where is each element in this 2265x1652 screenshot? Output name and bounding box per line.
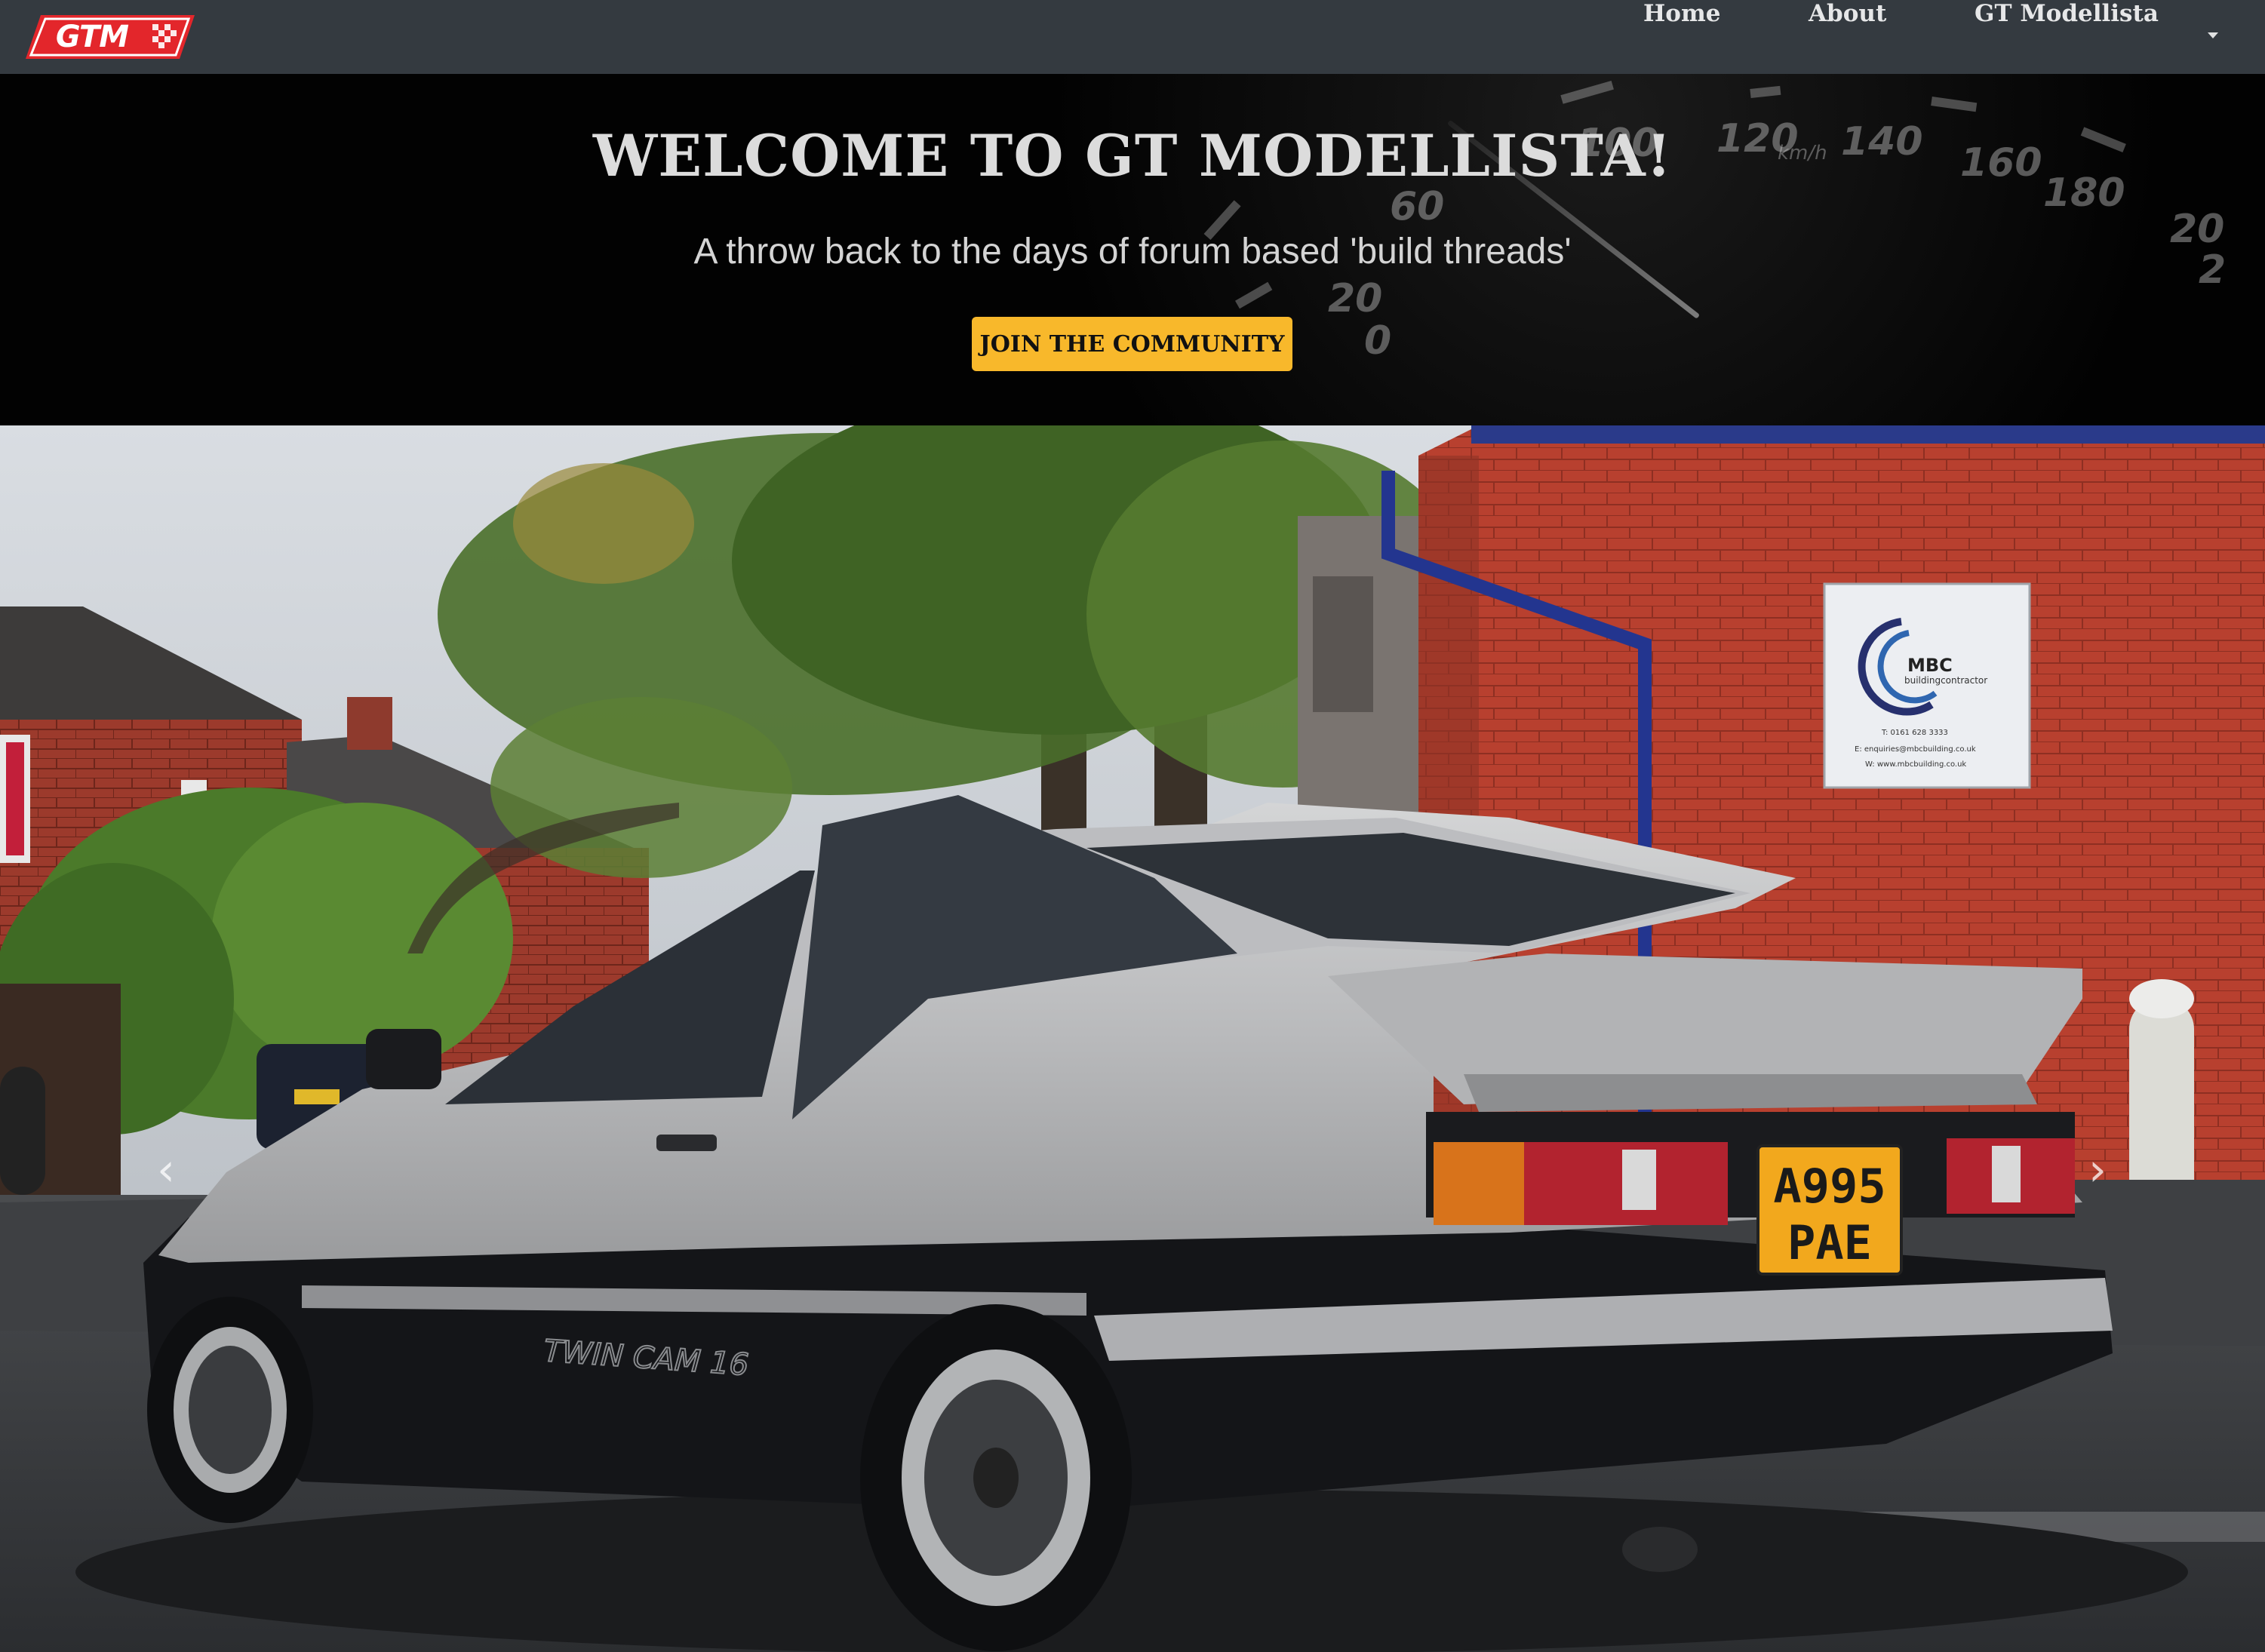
license-plate-line1: A995 [1773, 1159, 1885, 1214]
sign-subtitle: buildingcontractor [1904, 675, 1987, 686]
caret-down-icon[interactable] [2208, 32, 2218, 38]
license-plate-line2: PAE [1787, 1215, 1872, 1270]
brand-logo[interactable]: GTM [24, 14, 196, 60]
sign-web: W: www.mbcbuilding.co.uk [1865, 760, 1966, 769]
nav-gt-modellista-dropdown[interactable]: GT Modellista [1975, 0, 2159, 74]
carousel[interactable]: MBC buildingcontractor T: 0161 628 3333 … [0, 425, 2265, 1652]
carousel-prev-button[interactable]: ‹ [143, 1144, 189, 1196]
hero-title: WELCOME TO GT MODELLISTA! [592, 122, 1673, 189]
sign-phone: T: 0161 628 3333 [1881, 729, 1948, 737]
hero-banner: 100 120 140 km/h 160 180 20 2 60 20 0 WE… [0, 74, 2265, 425]
nav-about-link[interactable]: About [1809, 0, 1886, 74]
chevron-right-icon: › [2088, 1144, 2107, 1196]
navbar: GTM Home About GT Modellista [0, 0, 2265, 74]
join-community-button[interactable]: JOIN THE COMMUNITY [972, 317, 1292, 371]
gauge-number: 60 [1390, 184, 1445, 229]
carousel-next-button[interactable]: › [2075, 1144, 2120, 1196]
gauge-number: 0 [1364, 318, 1392, 364]
sign-name: MBC [1907, 655, 1953, 676]
chevron-left-icon: ‹ [157, 1144, 175, 1196]
gauge-number: 20 [1328, 276, 1383, 321]
sign-email: E: enquiries@mbcbuilding.co.uk [1855, 745, 1976, 754]
nav-home-link[interactable]: Home [1643, 0, 1721, 74]
hero-subtitle: A throw back to the days of forum based … [693, 232, 1572, 272]
carousel-slide-image: MBC buildingcontractor T: 0161 628 3333 … [0, 425, 2265, 1652]
logo-text: GTM [55, 20, 129, 54]
